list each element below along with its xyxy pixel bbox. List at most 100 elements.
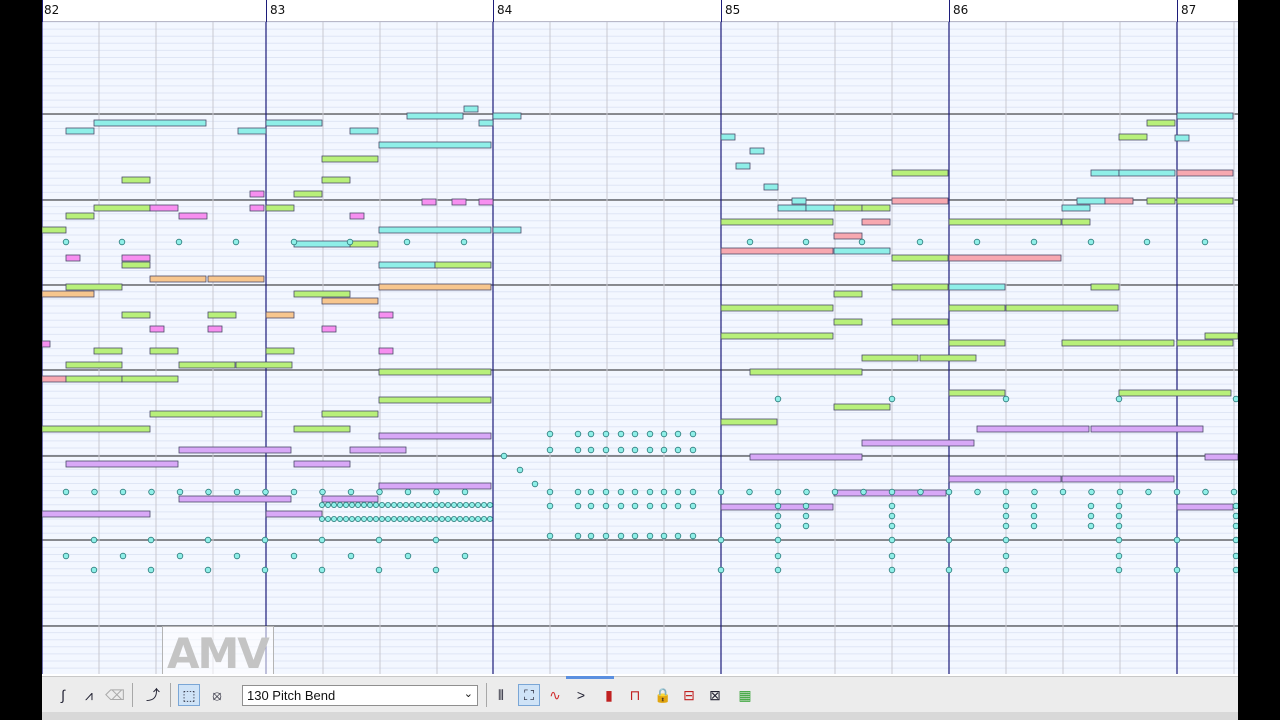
- drum-hit: [176, 552, 184, 560]
- drum-hit: [631, 488, 639, 496]
- drum-hit: [480, 501, 487, 508]
- drum-hit: [516, 466, 524, 474]
- drum-hit: [432, 566, 440, 574]
- note-block: [378, 141, 492, 149]
- select-tool-icon[interactable]: ⬚: [178, 684, 200, 706]
- drum-hit: [587, 532, 595, 540]
- note-block: [1090, 425, 1204, 433]
- velocity-tool-icon[interactable]: ⩘: [78, 684, 100, 706]
- drum-hit: [617, 502, 625, 510]
- drum-hit: [360, 515, 367, 522]
- drum-hit: [774, 502, 782, 510]
- ruler-tick: [721, 0, 722, 22]
- note-block: [478, 198, 494, 206]
- drum-hit: [474, 501, 481, 508]
- paint-tool-icon[interactable]: ⦻: [206, 684, 228, 706]
- note-block: [349, 212, 365, 220]
- drum-hit: [802, 502, 810, 510]
- drum-hit: [717, 488, 725, 496]
- note-block: [378, 368, 492, 376]
- drum-hit: [660, 502, 668, 510]
- drum-hit: [945, 536, 953, 544]
- eraser-tool-icon[interactable]: ⌫: [104, 684, 126, 706]
- drum-hit: [689, 446, 697, 454]
- horizontal-scroll-indicator[interactable]: [566, 676, 614, 679]
- wave-tool-icon[interactable]: ∿: [544, 684, 566, 706]
- pitch-tool-icon[interactable]: ⤴: [142, 684, 164, 706]
- drum-hit: [587, 446, 595, 454]
- note-block: [948, 283, 1006, 291]
- controller-select[interactable]: 130 Pitch Bend ⌄: [242, 685, 478, 706]
- drum-hit: [1087, 522, 1095, 530]
- note-block: [293, 190, 323, 198]
- note-block: [720, 304, 834, 312]
- note-block: [919, 354, 977, 362]
- meter-tool-icon[interactable]: ▮: [598, 684, 620, 706]
- note-block: [406, 112, 464, 120]
- scale-tool-icon[interactable]: ⊠: [704, 684, 726, 706]
- drum-hit: [330, 515, 337, 522]
- drum-hit: [342, 501, 349, 508]
- drum-hit: [574, 430, 582, 438]
- drum-hit: [1143, 238, 1151, 246]
- drum-hit: [1115, 522, 1123, 530]
- note-block: [293, 460, 351, 468]
- drum-hit: [1232, 502, 1238, 510]
- note-block: [207, 325, 223, 333]
- drum-hit: [176, 488, 184, 496]
- drum-hit: [372, 501, 379, 508]
- split-tool-icon[interactable]: ⫴: [490, 684, 512, 706]
- drum-hit: [375, 536, 383, 544]
- drum-hit: [290, 552, 298, 560]
- chevron-down-icon[interactable]: ⌄: [464, 687, 473, 700]
- note-block: [421, 198, 437, 206]
- curve-tool-icon[interactable]: ∫: [52, 684, 74, 706]
- note-block: [833, 204, 863, 212]
- horizontal-scrollbar[interactable]: [42, 712, 1238, 720]
- drum-hit: [360, 501, 367, 508]
- drum-hit: [888, 566, 896, 574]
- note-block: [1146, 119, 1176, 127]
- note-block: [749, 147, 765, 155]
- drum-hit: [438, 515, 445, 522]
- note-block: [149, 275, 207, 283]
- measure-ruler[interactable]: 82 83 84 85 86 87: [42, 0, 1238, 22]
- drum-hit: [290, 488, 298, 496]
- drum-hit: [774, 536, 782, 544]
- drum-hit: [433, 488, 440, 496]
- drum-hit: [366, 515, 373, 522]
- drum-hit: [319, 488, 326, 496]
- drum-hit: [461, 552, 469, 560]
- stamp-tool-icon[interactable]: ⛶: [518, 684, 540, 706]
- note-block: [948, 389, 1006, 397]
- drum-hit: [602, 532, 610, 540]
- note-block: [378, 482, 492, 490]
- drum-hit: [318, 501, 325, 508]
- note-block: [265, 119, 323, 127]
- drum-hit: [474, 515, 481, 522]
- drum-hit: [404, 552, 412, 560]
- level-meter-icon[interactable]: ▦: [734, 684, 756, 706]
- drum-hit: [674, 488, 682, 496]
- ruler-tick: [1177, 0, 1178, 22]
- note-canvas[interactable]: [42, 22, 1238, 674]
- bracket-tool-icon[interactable]: ⊓: [624, 684, 646, 706]
- piano-roll-grid[interactable]: AMV: [42, 22, 1238, 674]
- note-block: [121, 176, 151, 184]
- greater-tool-icon[interactable]: >: [570, 684, 592, 706]
- drum-hit: [432, 536, 440, 544]
- note-block: [93, 204, 151, 212]
- drum-hit: [546, 502, 554, 510]
- note-block: [720, 218, 834, 226]
- drum-hit: [689, 488, 697, 496]
- note-block: [321, 155, 379, 163]
- drum-hit: [574, 532, 582, 540]
- note-block: [1061, 218, 1091, 226]
- equalize-tool-icon[interactable]: ⊟: [678, 684, 700, 706]
- drum-hit: [916, 238, 924, 246]
- note-block: [434, 261, 492, 269]
- piano-roll-toolbar: ∫ ⩘ ⌫ ⤴ ⬚ ⦻ 130 Pitch Bend ⌄ ⫴ ⛶ ∿ > ▮ ⊓…: [42, 676, 1238, 712]
- drum-hit: [646, 430, 654, 438]
- note-block: [121, 311, 151, 319]
- lock-icon[interactable]: 🔒: [652, 684, 674, 706]
